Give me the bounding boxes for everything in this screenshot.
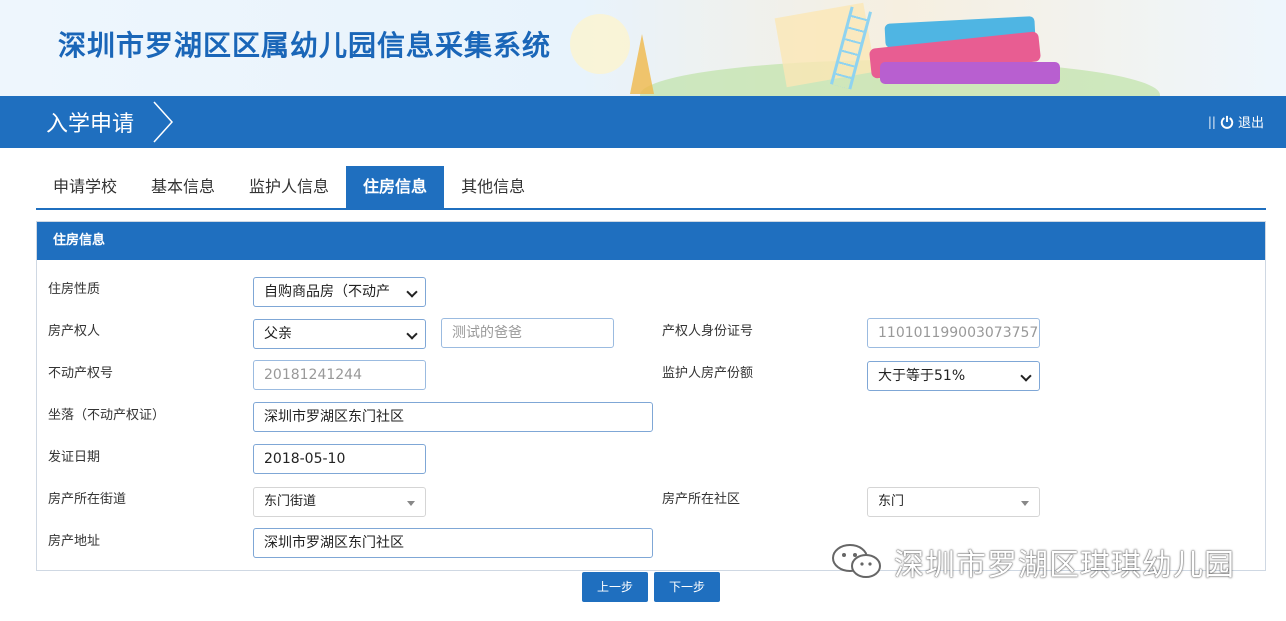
community-label: 房产所在社区 [662, 492, 741, 507]
tower-decoration [630, 34, 654, 94]
owner-name-input[interactable]: 测试的爸爸 [441, 318, 614, 348]
street-select[interactable]: 东门街道 [253, 487, 426, 517]
issue-date-label: 发证日期 [48, 450, 101, 465]
tab-underline [36, 208, 1266, 210]
housing-type-select[interactable]: 自购商品房（不动产 [253, 277, 426, 307]
book-decoration [880, 62, 1060, 84]
logout-button[interactable]: || 退出 [1207, 112, 1264, 132]
owner-id-input[interactable]: 110101199003073757 [867, 318, 1040, 348]
property-no-input[interactable]: 20181241244 [253, 360, 426, 390]
community-select[interactable]: 东门 [867, 487, 1040, 517]
issue-date-input[interactable]: 2018-05-10 [253, 444, 426, 474]
watermark: 深圳市罗湖区琪琪幼儿园 [830, 540, 1235, 584]
tab-bar: 申请学校 基本信息 监护人信息 住房信息 其他信息 [36, 166, 542, 208]
tab-guardian-info[interactable]: 监护人信息 [232, 166, 346, 208]
tab-other-info[interactable]: 其他信息 [444, 166, 542, 208]
tab-housing-info[interactable]: 住房信息 [346, 166, 445, 208]
system-title: 深圳市罗湖区区属幼儿园信息采集系统 [58, 29, 552, 62]
breadcrumb: 入学申请 [46, 112, 135, 137]
property-no-label: 不动产权号 [48, 366, 114, 381]
owner-id-label: 产权人身份证号 [662, 324, 754, 339]
breadcrumb-chevron-icon [153, 101, 174, 143]
street-label: 房产所在街道 [48, 492, 127, 507]
owner-select[interactable]: 父亲 [253, 319, 426, 349]
guardian-share-select[interactable]: 大于等于51% [867, 361, 1040, 391]
prev-step-button[interactable]: 上一步 [582, 572, 648, 602]
logout-label: 退出 [1237, 116, 1264, 131]
housing-panel: 住房信息 [36, 221, 1266, 571]
address-label: 房产地址 [48, 534, 101, 549]
panel-title: 住房信息 [37, 222, 1265, 260]
location-label: 坐落（不动产权证） [48, 408, 166, 423]
sun-decoration [570, 14, 630, 74]
owner-label: 房产权人 [48, 324, 101, 339]
watermark-text: 深圳市罗湖区琪琪幼儿园 [894, 548, 1235, 583]
housing-type-label: 住房性质 [48, 282, 101, 297]
logout-separator: || [1207, 114, 1216, 129]
power-icon [1220, 115, 1234, 129]
wechat-icon [832, 544, 881, 578]
guardian-share-label: 监护人房产份额 [662, 366, 754, 381]
tab-apply-school[interactable]: 申请学校 [36, 166, 134, 208]
tab-basic-info[interactable]: 基本信息 [134, 166, 232, 208]
navbar: 入学申请 || 退出 [0, 96, 1286, 148]
header-banner: 深圳市罗湖区区属幼儿园信息采集系统 [0, 0, 1286, 96]
location-input[interactable]: 深圳市罗湖区东门社区 [253, 402, 653, 432]
next-step-button[interactable]: 下一步 [654, 572, 720, 602]
address-input[interactable]: 深圳市罗湖区东门社区 [253, 528, 653, 558]
